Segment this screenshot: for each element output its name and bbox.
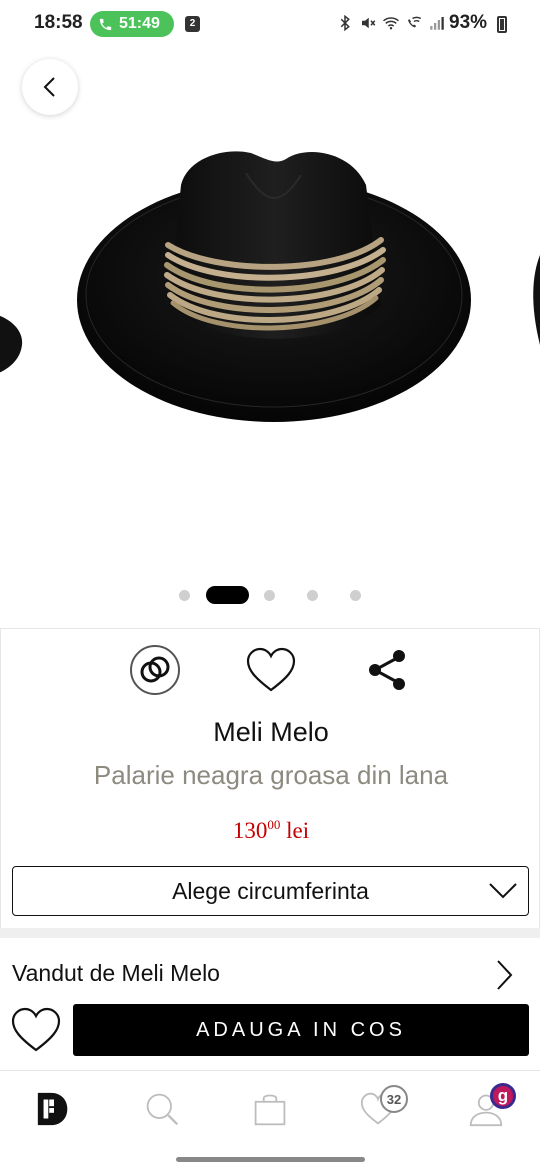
seller-label: Vandut de Meli Melo — [12, 960, 220, 986]
wishlist-button[interactable] — [245, 644, 297, 696]
nav-home[interactable] — [34, 1089, 74, 1129]
pagination-dot[interactable] — [264, 590, 275, 601]
nav-favorites[interactable]: 32 — [358, 1085, 408, 1129]
buy-bar: ADAUGA IN COS — [0, 1004, 540, 1060]
call-timer: 51:49 — [119, 15, 160, 32]
home-indicator[interactable] — [176, 1157, 365, 1162]
battery-percent: 93% — [449, 12, 488, 33]
notification-count-icon: 2 — [185, 16, 200, 32]
price-decimals: 00 — [267, 817, 281, 832]
section-divider — [0, 928, 540, 938]
call-indicator[interactable]: 51:49 — [90, 11, 174, 37]
pagination-dot-active[interactable] — [206, 586, 249, 604]
home-logo-icon — [37, 1092, 68, 1126]
seller-row[interactable]: Vandut de Meli Melo — [0, 948, 540, 1000]
back-button[interactable] — [22, 59, 78, 115]
nav-cart[interactable] — [250, 1089, 290, 1129]
pagination-dot[interactable] — [179, 590, 190, 601]
compare-button[interactable] — [129, 644, 181, 696]
product-info-panel: Meli Melo Palarie neagra groasa din lana… — [0, 628, 540, 928]
battery-icon — [497, 16, 507, 33]
heart-icon — [246, 647, 296, 692]
brand-name[interactable]: Meli Melo — [1, 717, 540, 748]
chevron-right-icon — [497, 960, 513, 990]
product-price: 13000 lei — [1, 817, 540, 844]
price-currency: lei — [286, 818, 310, 843]
signal-icon — [430, 17, 444, 30]
share-button[interactable] — [361, 644, 413, 696]
wifi-icon — [382, 17, 400, 30]
add-to-cart-button[interactable]: ADAUGA IN COS — [73, 1004, 529, 1056]
add-to-wishlist-heart-icon[interactable] — [10, 1006, 62, 1054]
image-pagination — [0, 586, 540, 604]
product-image[interactable] — [76, 145, 474, 430]
chevron-down-icon — [489, 883, 517, 899]
size-select-dropdown[interactable]: Alege circumferinta — [12, 866, 529, 916]
pagination-dot[interactable] — [350, 590, 361, 601]
wifi-call-icon — [408, 16, 422, 28]
bottom-navigation: 32 g — [0, 1070, 540, 1150]
chevron-left-icon — [43, 77, 55, 97]
status-time: 18:58 — [34, 12, 83, 33]
status-bar: 18:58 51:49 2 93% — [0, 0, 540, 48]
nav-search[interactable] — [142, 1089, 182, 1129]
size-select-label: Alege circumferinta — [172, 877, 369, 904]
bag-icon — [254, 1094, 286, 1126]
account-genius-badge: g — [490, 1083, 516, 1109]
bluetooth-icon — [340, 14, 350, 32]
nav-account[interactable]: g — [466, 1083, 516, 1129]
phone-icon — [99, 18, 112, 30]
previous-image-peek[interactable] — [0, 300, 24, 380]
share-icon — [369, 650, 405, 690]
product-title: Palarie neagra groasa din lana — [93, 760, 449, 790]
mute-icon — [362, 17, 376, 29]
compare-icon — [130, 645, 180, 695]
favorites-count-badge: 32 — [380, 1085, 408, 1113]
price-main: 130 — [232, 818, 268, 843]
search-icon — [146, 1093, 179, 1126]
next-image-peek[interactable] — [528, 250, 540, 350]
pagination-dot[interactable] — [307, 590, 318, 601]
